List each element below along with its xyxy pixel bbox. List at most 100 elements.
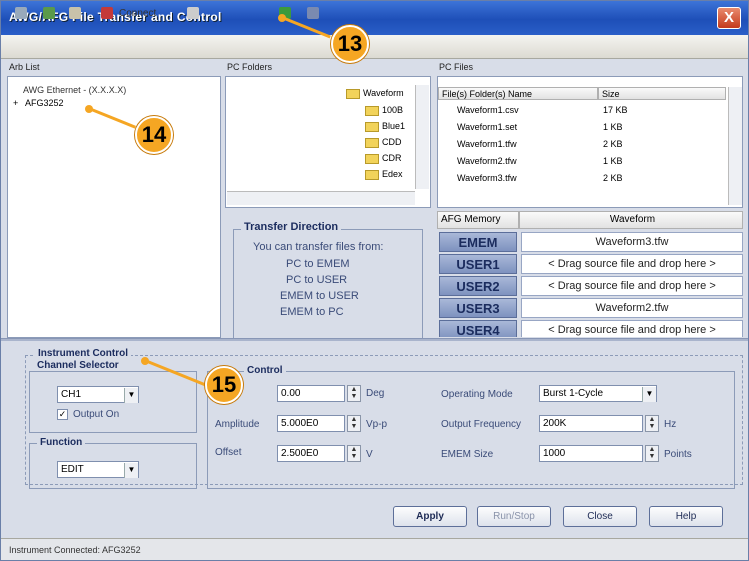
- files-name-column-header[interactable]: File(s) Folder(s) Name: [438, 87, 598, 100]
- folder-item[interactable]: CDR: [365, 153, 402, 164]
- folder-label: 100B: [382, 105, 404, 115]
- memory-slot-drop-target[interactable]: < Drag source file and drop here >: [521, 254, 743, 274]
- phase-unit: Deg: [366, 388, 385, 399]
- stop-icon[interactable]: [187, 7, 199, 19]
- folder-label: CDD: [382, 137, 402, 147]
- close-button[interactable]: Close: [563, 506, 637, 527]
- folder-icon: [346, 88, 360, 99]
- files-size-column-header[interactable]: Size: [598, 87, 726, 100]
- amplitude-unit: Vp-p: [366, 419, 388, 430]
- emem-size-unit: Points: [664, 449, 692, 460]
- output-frequency-input[interactable]: 200K: [539, 415, 643, 432]
- connect-icon[interactable]: [101, 7, 113, 19]
- connect-button-label[interactable]: Connect: [119, 8, 156, 19]
- memory-slot-label: USER1: [439, 254, 517, 274]
- transfer-line: PC to USER: [286, 274, 348, 286]
- channel-selector-title: Channel Selector: [37, 360, 119, 371]
- function-select[interactable]: EDIT ▼: [57, 461, 139, 478]
- help-button[interactable]: Help: [649, 506, 723, 527]
- chevron-down-icon[interactable]: ▼: [124, 463, 138, 478]
- control-title: Control: [244, 365, 286, 376]
- frequency-spinner[interactable]: ▲ ▼: [645, 415, 659, 432]
- offset-spinner[interactable]: ▲ ▼: [347, 445, 361, 462]
- channel-select[interactable]: CH1 ▼: [57, 386, 139, 403]
- output-on-checkbox[interactable]: ✓: [57, 409, 68, 420]
- afg-memory-header: AFG Memory: [437, 211, 519, 229]
- emem-size-input[interactable]: 1000: [539, 445, 643, 462]
- channel-select-value: CH1: [61, 389, 82, 400]
- amplitude-input[interactable]: 5.000E0: [277, 415, 345, 432]
- arb-list-item[interactable]: AWG Ethernet - (X.X.X.X): [23, 85, 126, 95]
- folders-vscrollbar[interactable]: [415, 85, 429, 189]
- transfer-intro-text: You can transfer files from:: [253, 241, 384, 253]
- memory-row-clip: USER4 < Drag source file and drop here >: [437, 319, 743, 337]
- amplitude-label: Amplitude: [215, 419, 260, 430]
- folder-icon: [365, 137, 379, 148]
- file-name-cell[interactable]: Waveform2.tfw: [457, 156, 517, 166]
- folder-icon: [365, 169, 379, 180]
- function-select-value: EDIT: [61, 464, 84, 475]
- apply-button[interactable]: Apply: [393, 506, 467, 527]
- amplitude-spinner[interactable]: ▲ ▼: [347, 415, 361, 432]
- folder-item[interactable]: Edex: [365, 169, 403, 180]
- phase-spinner[interactable]: ▲ ▼: [347, 385, 361, 402]
- memory-slot-drop-target[interactable]: Waveform2.tfw: [521, 298, 743, 318]
- operating-mode-select[interactable]: Burst 1-Cycle ▼: [539, 385, 657, 402]
- folder-item[interactable]: 100B: [365, 105, 403, 116]
- run-stop-button[interactable]: Run/Stop: [477, 506, 551, 527]
- folder-icon: [365, 153, 379, 164]
- back-icon[interactable]: [15, 7, 27, 19]
- callout-15-badge: 15: [205, 366, 243, 404]
- pc-files-header: PC Files: [439, 62, 474, 72]
- file-name-cell[interactable]: Waveform1.set: [457, 122, 517, 132]
- splitter[interactable]: [1, 338, 748, 341]
- transfer-icon[interactable]: [307, 7, 319, 19]
- refresh-icon[interactable]: [43, 7, 55, 19]
- emem-size-spinner[interactable]: ▲ ▼: [645, 445, 659, 462]
- frequency-unit: Hz: [664, 419, 677, 430]
- folder-item[interactable]: CDD: [365, 137, 402, 148]
- chevron-down-icon[interactable]: ▼: [642, 387, 656, 402]
- file-name-cell[interactable]: Waveform1.tfw: [457, 139, 517, 149]
- files-vscrollbar[interactable]: [728, 87, 742, 205]
- offset-unit: V: [366, 449, 373, 460]
- waveform-column-header: Waveform: [519, 211, 743, 229]
- pc-folders-header: PC Folders: [227, 62, 273, 72]
- transfer-line: EMEM to USER: [280, 290, 359, 302]
- expand-icon[interactable]: +: [13, 98, 18, 108]
- close-window-button[interactable]: X: [717, 7, 741, 29]
- memory-slot-drop-target[interactable]: Waveform3.tfw: [521, 232, 743, 252]
- operating-mode-value: Burst 1-Cycle: [543, 388, 604, 399]
- arb-list-header: Arb List: [9, 62, 40, 72]
- offset-label: Offset: [215, 447, 242, 458]
- folder-item[interactable]: Waveform: [346, 88, 404, 99]
- transfer-direction-title: Transfer Direction: [241, 221, 342, 233]
- file-size-cell: 17 KB: [603, 105, 628, 115]
- offset-input[interactable]: 2.500E0: [277, 445, 345, 462]
- disconnect-icon[interactable]: [69, 7, 81, 19]
- memory-slot-label: USER3: [439, 298, 517, 318]
- callout-13-badge: 13: [331, 25, 369, 63]
- file-size-cell: 2 KB: [603, 139, 623, 149]
- folder-item[interactable]: Blue1: [365, 121, 405, 132]
- memory-slot-label: USER4: [439, 320, 517, 337]
- callout-14-badge: 14: [135, 116, 173, 154]
- arb-list-item[interactable]: AFG3252: [25, 98, 64, 108]
- memory-slot-drop-target[interactable]: < Drag source file and drop here >: [521, 276, 743, 296]
- folder-icon: [365, 121, 379, 132]
- phase-input[interactable]: 0.00: [277, 385, 345, 402]
- file-name-cell[interactable]: Waveform3.tfw: [457, 173, 517, 183]
- file-size-cell: 2 KB: [603, 173, 623, 183]
- memory-slot-drop-target[interactable]: < Drag source file and drop here >: [521, 320, 743, 337]
- status-text: Instrument Connected: AFG3252: [9, 545, 141, 555]
- chevron-down-icon[interactable]: ▼: [124, 388, 138, 403]
- folder-icon: [365, 105, 379, 116]
- file-size-cell: 1 KB: [603, 156, 623, 166]
- memory-slot-label: USER2: [439, 276, 517, 296]
- output-on-label: Output On: [73, 409, 120, 420]
- file-name-cell[interactable]: Waveform1.csv: [457, 105, 519, 115]
- folders-hscrollbar[interactable]: [227, 191, 415, 205]
- file-transfer-window: AWG/AFG File Transfer and Control X Conn…: [0, 0, 749, 561]
- folder-label: CDR: [382, 153, 402, 163]
- arb-list-box: [7, 76, 221, 338]
